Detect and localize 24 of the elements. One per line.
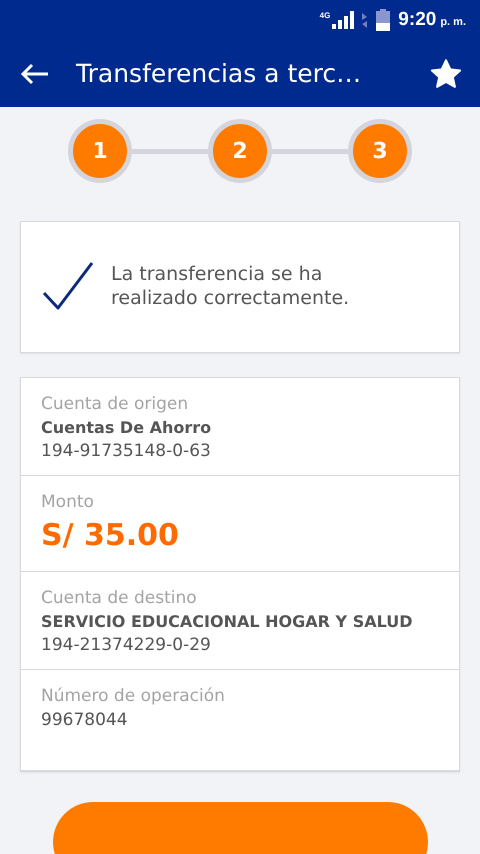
data-arrows-icon <box>362 11 368 29</box>
status-meridiem: p. m. <box>440 16 466 28</box>
back-button[interactable] <box>20 62 50 84</box>
detail-label: Número de operación <box>41 686 226 706</box>
detail-label: Cuenta de origen <box>41 394 190 414</box>
detail-label: Cuenta de destino <box>41 588 198 608</box>
network-label: 4G <box>320 11 330 20</box>
battery-icon <box>376 9 390 31</box>
success-message: La transferencia se ha realizado correctamente. <box>111 262 350 310</box>
account-name: Cuentas De Ahorro <box>41 418 212 437</box>
step-indicator: 2 <box>208 119 272 183</box>
step-indicator: 1 <box>68 119 132 183</box>
account-number: 194-91735148-0-63 <box>41 441 212 461</box>
favorite-button[interactable] <box>430 58 462 88</box>
amount-value: S/ 35.00 <box>41 518 180 553</box>
operation-number: 99678044 <box>41 710 129 730</box>
signal-icon <box>332 11 354 29</box>
screen-title: Transferencias a terc… <box>76 59 362 88</box>
account-number: 194-21374229-0-29 <box>41 635 212 655</box>
step-indicator: 3 <box>348 119 412 183</box>
account-name: SERVICIO EDUCACIONAL HOGAR Y SALUD <box>41 612 414 631</box>
checkmark-icon <box>41 260 95 312</box>
status-time: 9:20 <box>398 9 436 31</box>
detail-label: Monto <box>41 492 95 512</box>
